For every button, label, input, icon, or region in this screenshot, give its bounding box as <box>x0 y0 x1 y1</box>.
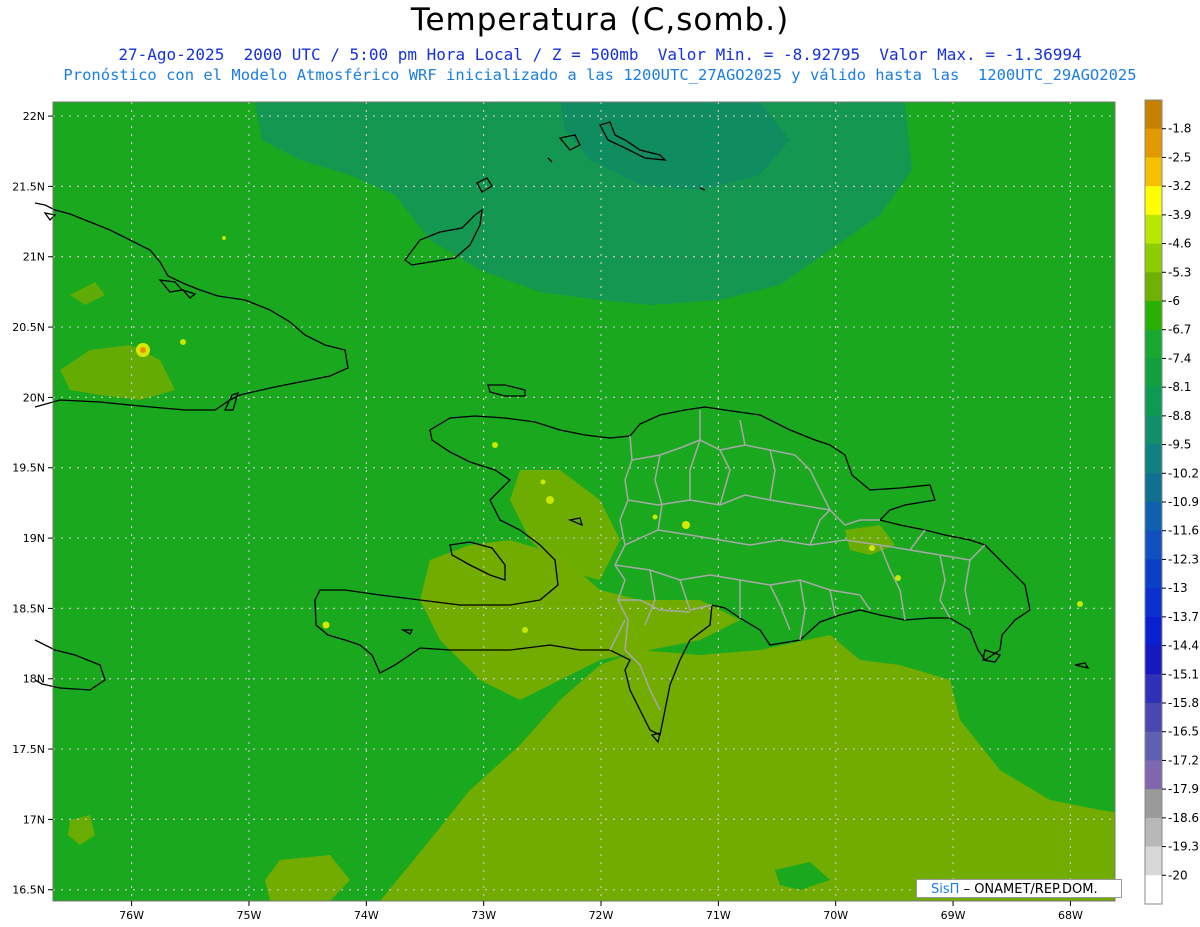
colorbar-swatch <box>1145 100 1162 130</box>
y-tick-label: 19N <box>23 532 45 545</box>
y-axis: 22N 21.5N 21N 20.5N 20N 19.5N 19N 18.5N 18N 17.5N… <box>12 110 53 897</box>
colorbar-swatch <box>1145 645 1162 675</box>
colorbar-label: -9.5 <box>1168 438 1191 452</box>
colorbar-label: -3.9 <box>1168 208 1191 222</box>
colorbar-swatch <box>1145 329 1162 359</box>
colorbar-swatch <box>1145 789 1162 819</box>
colorbar-swatch <box>1145 473 1162 503</box>
y-tick-label: 17.5N <box>12 743 45 756</box>
y-tick-label: 16.5N <box>12 884 45 897</box>
x-tick-label: 69W <box>941 909 966 922</box>
colorbar-swatch <box>1145 846 1162 876</box>
x-tick-label: 72W <box>589 909 614 922</box>
colorbar-label: -12.3 <box>1168 552 1199 566</box>
colorbar-label: -13 <box>1168 581 1188 595</box>
colorbar-swatch <box>1145 530 1162 560</box>
colorbar-label: -5.3 <box>1168 265 1191 279</box>
colorbar-swatch <box>1145 703 1162 733</box>
colorbar-swatch <box>1145 387 1162 417</box>
x-tick-label: 74W <box>354 909 379 922</box>
colorbar-label: -13.7 <box>1168 610 1199 624</box>
credit-text: – ONAMET/REP.DOM. <box>963 882 1098 897</box>
colorbar-label: -15.8 <box>1168 696 1199 710</box>
x-axis: 76W 75W 74W 73W 72W 71W 70W 69W 68W <box>119 901 1083 922</box>
colorbar-label: -17.9 <box>1168 782 1199 796</box>
colorbar-swatch <box>1145 502 1162 532</box>
colorbar-swatch <box>1145 243 1162 273</box>
map-canvas: 22N 21.5N 21N 20.5N 20N 19.5N 19N 18.5N 18N 17.5N… <box>12 99 1199 922</box>
y-tick-label: 22N <box>23 110 45 123</box>
y-tick-label: 17N <box>23 813 45 826</box>
credit-box: SisΠ – ONAMET/REP.DOM. <box>916 879 1122 898</box>
x-tick-label: 73W <box>471 909 496 922</box>
colorbar-label: -17.2 <box>1168 753 1199 767</box>
y-tick-label: 20N <box>23 391 45 404</box>
colorbar-swatch <box>1145 272 1162 302</box>
y-tick-label: 21N <box>23 251 45 264</box>
colorbar-swatch <box>1145 444 1162 474</box>
colorbar-swatch <box>1145 157 1162 187</box>
y-tick-label: 21.5N <box>12 180 45 193</box>
colorbar-label: -10.9 <box>1168 495 1199 509</box>
colorbar-label: -18.6 <box>1168 811 1199 825</box>
colorbar-label: -2.5 <box>1168 150 1191 164</box>
y-tick-label: 19.5N <box>12 462 45 475</box>
colorbar-label: -15.1 <box>1168 667 1199 681</box>
colorbar-swatch <box>1145 817 1162 848</box>
colorbar-label: -6.7 <box>1168 323 1191 337</box>
colorbar-swatch <box>1145 186 1162 216</box>
colorbar-swatch <box>1145 358 1162 388</box>
colorbar-label: -16.5 <box>1168 725 1199 739</box>
colorbar-label: -20 <box>1168 868 1188 882</box>
x-tick-label: 75W <box>237 909 262 922</box>
colorbar-swatch <box>1145 731 1162 761</box>
colorbar-swatch <box>1145 616 1162 647</box>
colorbar-label: -11.6 <box>1168 524 1199 538</box>
colorbar-label: -8.8 <box>1168 409 1191 423</box>
temperature-field <box>53 102 1115 901</box>
y-tick-label: 18N <box>23 673 45 686</box>
colorbar-swatch <box>1145 128 1162 158</box>
y-tick-label: 18.5N <box>12 602 45 615</box>
x-tick-label: 71W <box>706 909 731 922</box>
sispi-logo: SisΠ <box>931 882 960 897</box>
colorbar-swatch <box>1145 588 1162 618</box>
x-tick-label: 68W <box>1058 909 1083 922</box>
colorbar-swatch <box>1145 674 1162 704</box>
x-tick-label: 76W <box>119 909 144 922</box>
colorbar-label: -3.2 <box>1168 179 1191 193</box>
x-tick-label: 70W <box>823 909 848 922</box>
colorbar-swatch <box>1145 415 1162 446</box>
colorbar-label: -4.6 <box>1168 237 1191 251</box>
colorbar-label: -10.2 <box>1168 466 1199 480</box>
colorbar-label: -7.4 <box>1168 351 1191 365</box>
colorbar-swatch <box>1145 875 1162 905</box>
colorbar-swatch <box>1145 559 1162 589</box>
colorbar-swatch <box>1145 301 1162 331</box>
colorbar-label: -14.4 <box>1168 639 1199 653</box>
colorbar-label: -19.3 <box>1168 840 1199 854</box>
colorbar: -1.8 -2.5 -3.2 -3.9 -4.6 -5.3 -6 -6.7 -7.4 -8.1 -8… <box>1144 99 1199 905</box>
colorbar-label: -1.8 <box>1168 122 1191 136</box>
colorbar-swatch <box>1145 760 1162 790</box>
y-tick-label: 20.5N <box>12 321 45 334</box>
colorbar-label: -8.1 <box>1168 380 1191 394</box>
colorbar-swatch <box>1145 214 1162 245</box>
colorbar-label: -6 <box>1168 294 1180 308</box>
